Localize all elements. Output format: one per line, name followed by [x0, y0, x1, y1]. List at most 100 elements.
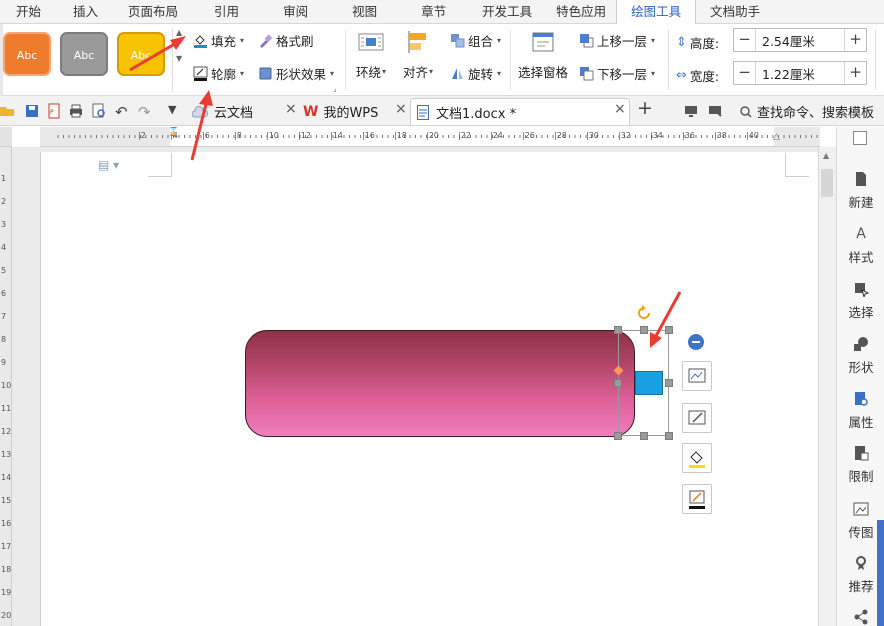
resize-handle[interactable] [614, 326, 622, 334]
sidebar-item-new[interactable]: 新建 [837, 171, 884, 211]
ruler-indent-marker-icon[interactable]: ⌛ [168, 127, 179, 137]
resize-handle[interactable] [614, 379, 622, 387]
height-decrease-button[interactable]: − [734, 29, 756, 51]
resize-handle[interactable] [640, 326, 648, 334]
height-label-text: 高度: [689, 36, 720, 51]
ruler-number: 12 [1, 427, 12, 436]
style-gallery-scroll[interactable]: ▲ ▼ [172, 28, 186, 92]
align-button[interactable]: 对齐 ▾ [403, 30, 433, 81]
chevron-up-icon[interactable]: ▲ [176, 28, 182, 37]
layout-options-button[interactable] [682, 361, 712, 391]
close-icon[interactable]: × [395, 101, 407, 117]
width-spinner[interactable]: − 1.22厘米 + [733, 61, 867, 85]
export-pdf-icon[interactable]: P [46, 103, 62, 119]
sidebar-item-restrict[interactable]: 限制 [837, 445, 884, 485]
shape-style-orange[interactable]: Abc [3, 32, 51, 76]
scroll-up-icon[interactable]: ▲ [823, 151, 829, 160]
dropdown-caret-icon: ▾ [330, 69, 335, 78]
tab-developer[interactable]: 开发工具 [468, 0, 546, 24]
shape-fill-button[interactable] [682, 443, 712, 473]
open-folder-icon[interactable] [0, 103, 16, 119]
width-input[interactable]: 1.22厘米 [756, 64, 844, 83]
screen-icon[interactable] [683, 103, 699, 119]
dialog-launcher-icon[interactable]: ⌟ [333, 84, 337, 93]
ribbon-separator [510, 30, 511, 90]
align-icon [405, 30, 431, 54]
resize-handle[interactable] [614, 432, 622, 440]
tab-section[interactable]: 章节 [399, 0, 468, 24]
sidebar-item-style[interactable]: A 样式 [837, 226, 884, 266]
tab-references[interactable]: 引用 [192, 0, 261, 24]
tab-special[interactable]: 特色应用 [546, 0, 616, 24]
close-icon[interactable]: × [285, 101, 297, 117]
shape-outline-button[interactable] [682, 484, 712, 514]
chevron-down-icon[interactable]: ▼ [176, 54, 182, 63]
print-icon[interactable] [68, 103, 84, 119]
new-tab-icon[interactable]: + [637, 97, 653, 119]
group-button[interactable]: 组合 ▾ [450, 31, 501, 50]
save-icon[interactable] [24, 103, 40, 119]
shape-style-grey[interactable]: Abc [60, 32, 108, 76]
tab-insert[interactable]: 插入 [57, 0, 114, 24]
print-preview-icon[interactable] [91, 103, 107, 119]
tab-doc-assistant[interactable]: 文档助手 [696, 0, 774, 24]
height-input[interactable]: 2.54厘米 [756, 31, 844, 50]
sidebar-settings-icon[interactable] [853, 131, 867, 145]
outline-button[interactable]: 轮廓 ▾ [193, 64, 244, 83]
tab-document[interactable]: 文档1.docx * [410, 98, 630, 125]
resize-handle[interactable] [665, 379, 673, 387]
tab-view[interactable]: 视图 [330, 0, 399, 24]
vertical-ruler[interactable]: 1 2 3 4 5 6 7 8 9 10 11 12 13 14 15 16 17 18 19 20 [0, 127, 12, 626]
tab-my-wps[interactable]: W 我的WPS [303, 98, 378, 125]
collapse-minus-icon[interactable] [688, 334, 704, 350]
rotate-handle-icon[interactable] [636, 305, 652, 321]
height-label: ⇕ 高度: [676, 33, 719, 52]
small-blue-shape[interactable] [635, 371, 663, 395]
sidebar-item-select[interactable]: 选择 [837, 281, 884, 321]
shape-style-yellow[interactable]: Abc [117, 32, 165, 76]
sidebar-item-shape[interactable]: 形状 [837, 336, 884, 376]
sidebar-collapse-tab[interactable] [877, 520, 884, 626]
tab-cloud-docs[interactable]: 云文档 [191, 98, 253, 125]
ruler-number: 20 [1, 611, 12, 620]
sidebar-item-properties[interactable]: 属性 [837, 391, 884, 431]
close-icon[interactable]: × [614, 101, 626, 117]
ruler-number: |24 [490, 131, 503, 140]
ruler-number: 17 [1, 542, 12, 551]
rounded-rectangle-shape[interactable] [245, 330, 635, 437]
ruler-right-indent-icon[interactable]: △ [773, 132, 780, 142]
quick-access-dropdown-icon[interactable]: ▼ [168, 103, 184, 119]
paragraph-layout-icon[interactable]: ▤ ▾ [98, 158, 119, 172]
undo-icon[interactable]: ↶ [115, 103, 131, 121]
format-painter-button[interactable]: 格式刷 [258, 31, 314, 50]
command-search[interactable]: 查找命令、搜索模板 [740, 102, 874, 121]
scrollbar-thumb[interactable] [821, 169, 833, 197]
redo-icon[interactable]: ↷ [138, 103, 154, 121]
selection-pane-button[interactable]: 选择窗格 [518, 30, 568, 81]
rotate-button[interactable]: 旋转 ▾ [450, 64, 501, 83]
shape-effects-button[interactable]: 形状效果 ▾ [258, 64, 334, 83]
bring-forward-button[interactable]: 上移一层 ▾ [579, 31, 655, 50]
share-screen-icon[interactable] [707, 103, 723, 119]
resize-handle[interactable] [640, 432, 648, 440]
width-decrease-button[interactable]: − [734, 62, 756, 84]
send-backward-button[interactable]: 下移一层 ▾ [579, 64, 655, 83]
ruler-toggle-icon[interactable] [0, 127, 12, 147]
horizontal-ruler[interactable]: |2 |4 |6 |8 |10 |12 |14 |16 |18 |20 |22 |24 |26 |28 |3… [40, 127, 820, 147]
vertical-scrollbar[interactable]: ▲ [818, 147, 836, 626]
width-increase-button[interactable]: + [844, 62, 866, 84]
tab-home[interactable]: 开始 [0, 0, 57, 24]
tab-drawing-tools[interactable]: 绘图工具 [616, 0, 697, 25]
share-icon[interactable] [853, 609, 869, 625]
height-increase-button[interactable]: + [844, 29, 866, 51]
tab-review[interactable]: 审阅 [261, 0, 330, 24]
resize-handle[interactable] [665, 432, 673, 440]
tab-page-layout[interactable]: 页面布局 [114, 0, 192, 24]
height-spinner[interactable]: − 2.54厘米 + [733, 28, 867, 52]
shape-style-button[interactable] [682, 403, 712, 433]
fill-button[interactable]: 填充 ▾ [193, 31, 244, 50]
resize-handle[interactable] [665, 326, 673, 334]
sidebar-label: 限制 [848, 469, 874, 484]
ruler-number: |2 [138, 131, 146, 140]
wrap-button[interactable]: 环绕 ▾ [356, 30, 386, 81]
